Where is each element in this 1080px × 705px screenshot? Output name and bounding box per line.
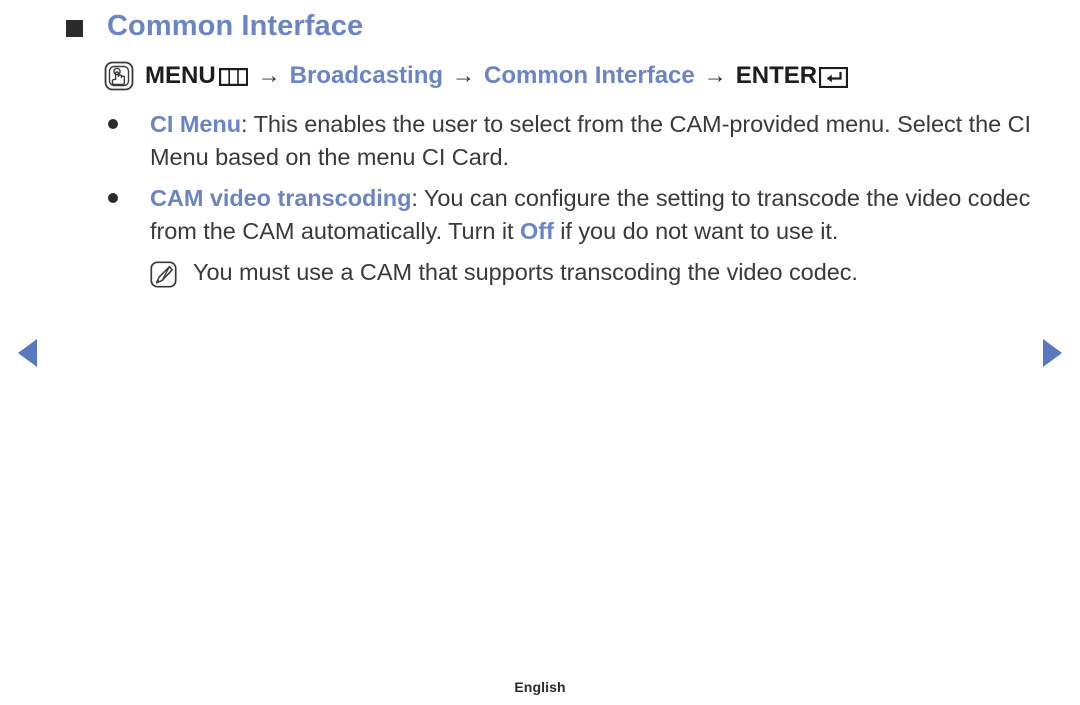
breadcrumb-item-menu[interactable]: MENU	[145, 64, 216, 88]
note-pencil-icon	[150, 261, 177, 288]
list-item: CAM video transcoding: You can configure…	[108, 182, 1038, 248]
prev-page-arrow-icon[interactable]	[18, 339, 37, 367]
breadcrumb-item-common-interface[interactable]: Common Interface	[484, 64, 695, 88]
breadcrumb: MENU → Broadcasting → Common Interface →…	[104, 61, 849, 91]
bullet-dot-icon	[108, 193, 118, 203]
list-item-text: CAM video transcoding: You can configure…	[150, 182, 1038, 248]
bullet-dot-icon	[108, 119, 118, 129]
breadcrumb-item-broadcasting[interactable]: Broadcasting	[290, 64, 443, 88]
list-item: CI Menu: This enables the user to select…	[108, 108, 1038, 174]
list-item-keyword: CI Menu	[150, 111, 242, 137]
breadcrumb-item-enter[interactable]: ENTER	[736, 64, 817, 88]
footer-language-label: English	[514, 679, 566, 695]
title-square-bullet-icon	[66, 20, 83, 37]
list-item-keyword: CAM video transcoding	[150, 185, 412, 211]
note-row: You must use a CAM that supports transco…	[150, 256, 1038, 289]
note-text: You must use a CAM that supports transco…	[193, 259, 858, 285]
list-item-body: : This enables the user to select from t…	[150, 111, 1032, 170]
page-title-text: Common Interface	[107, 10, 364, 42]
manual-page: Common Interface MENU → Broadcasting → C…	[0, 0, 1080, 705]
list-item-text: CI Menu: This enables the user to select…	[150, 108, 1038, 174]
breadcrumb-separator: →	[703, 61, 727, 88]
breadcrumb-separator: →	[452, 61, 476, 88]
list-item-emphasis: Off	[519, 218, 554, 244]
next-page-arrow-icon[interactable]	[1043, 339, 1062, 367]
breadcrumb-separator: →	[257, 61, 281, 88]
page-title: Common Interface	[66, 12, 363, 41]
menu-bars-icon	[218, 67, 249, 87]
list-item-body-post: if you do not want to use it.	[553, 218, 839, 244]
content-body: CI Menu: This enables the user to select…	[108, 108, 1038, 289]
menu-press-icon	[104, 61, 134, 91]
enter-return-icon	[818, 66, 849, 88]
